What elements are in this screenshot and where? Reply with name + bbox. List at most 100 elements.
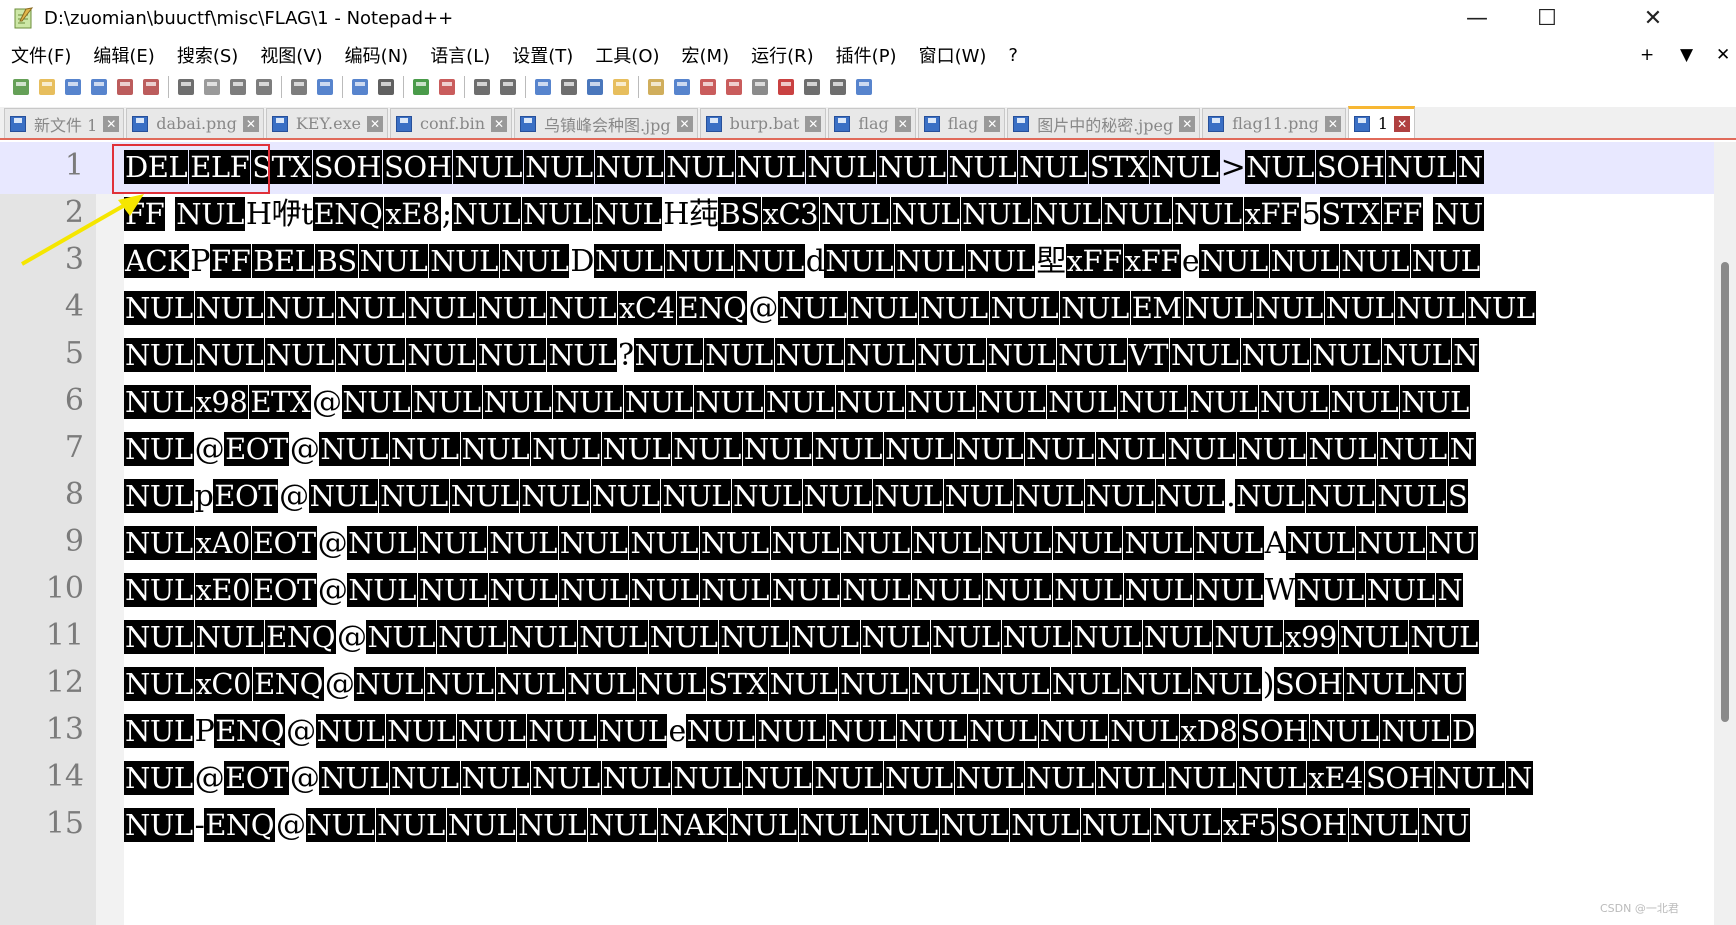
tab-close-icon[interactable]: ✕ <box>1394 115 1411 132</box>
control-char-token: NUL <box>124 432 194 466</box>
control-char-token: NUL <box>789 620 860 654</box>
menu-item-7[interactable]: 工具(O) <box>584 42 670 68</box>
editor-line[interactable]: 10 NUL xE0 EOT@NUL NUL NUL NUL NUL NUL NUL NUL NUL N… <box>0 565 1736 617</box>
document-tab[interactable]: flag11.png ✕ <box>1202 108 1346 138</box>
open-icon[interactable] <box>36 76 58 98</box>
tab-close-icon[interactable]: ✕ <box>103 115 120 132</box>
control-char-token: EOT <box>224 432 289 466</box>
play-macro-icon[interactable] <box>801 76 823 98</box>
menu-item-3[interactable]: 视图(V) <box>249 42 333 68</box>
editor-area[interactable]: 1 DEL ELF STX SOH SOH NUL NUL NUL NUL NUL NUL NUL NUL… <box>0 142 1736 925</box>
line-content: NUL x98 ETX@NUL NUL NUL NUL NUL NUL NUL NUL NUL NUL… <box>124 383 1714 423</box>
document-tab[interactable]: flag ✕ <box>828 108 916 138</box>
tab-close-icon[interactable]: ✕ <box>491 115 508 132</box>
document-tab[interactable]: dabai.png ✕ <box>126 108 264 138</box>
copy-icon[interactable] <box>227 76 249 98</box>
save-all-icon[interactable] <box>88 76 110 98</box>
tab-close-icon[interactable]: ✕ <box>367 115 384 132</box>
new-file-icon[interactable] <box>10 76 32 98</box>
redo-icon[interactable] <box>314 76 336 98</box>
zoom-out-icon[interactable] <box>436 76 458 98</box>
menu-item-6[interactable]: 设置(T) <box>501 42 584 68</box>
zoom-in-icon[interactable] <box>410 76 432 98</box>
tab-close-icon[interactable]: ✕ <box>676 115 693 132</box>
menu-item-10[interactable]: 插件(P) <box>825 42 908 68</box>
control-char-token: NUL <box>590 479 661 513</box>
tab-close-icon[interactable]: ✕ <box>984 115 1001 132</box>
tab-close-icon[interactable]: ✕ <box>242 115 259 132</box>
control-char-token: NUL <box>1338 620 1409 654</box>
vertical-scrollbar[interactable] <box>1714 142 1736 925</box>
editor-line[interactable]: 12 NUL xC0 ENQ@NUL NUL NUL NUL NUL STX NUL NUL NUL N… <box>0 659 1736 711</box>
text-token: @ <box>286 714 316 749</box>
doc-map-icon[interactable] <box>645 76 667 98</box>
editor-line[interactable]: 11 NUL NUL ENQ@NUL NUL NUL NUL NUL NUL NUL NUL NUL N… <box>0 612 1736 664</box>
control-char-token: ENQ <box>676 291 748 325</box>
close-window-button[interactable]: ✕ <box>1618 0 1688 36</box>
menu-item-11[interactable]: 窗口(W) <box>908 42 998 68</box>
print-icon[interactable] <box>175 76 197 98</box>
menu-item-2[interactable]: 搜索(S) <box>166 42 249 68</box>
tab-close-icon[interactable]: ✕ <box>805 115 822 132</box>
control-char-token: NUL <box>358 244 429 278</box>
editor-line[interactable]: 8 NULpEOT@NUL NUL NUL NUL NUL NUL NUL NUL NUL NUL N… <box>0 471 1736 523</box>
show-all-icon[interactable] <box>558 76 580 98</box>
undo-icon[interactable] <box>288 76 310 98</box>
record-macro-icon[interactable] <box>749 76 771 98</box>
control-char-token: NUL <box>1025 432 1095 466</box>
tab-close-icon[interactable]: ✕ <box>1324 115 1341 132</box>
editor-line[interactable]: 9 NUL xA0 EOT@NUL NUL NUL NUL NUL NUL NUL NUL NUL NU… <box>0 518 1736 570</box>
tab-close-icon[interactable]: ✕ <box>894 115 911 132</box>
monitor-icon[interactable] <box>723 76 745 98</box>
editor-line[interactable]: 14 NUL@EOT@NUL NUL NUL NUL NUL NUL NUL NUL NUL NUL… <box>0 753 1736 805</box>
sync-v-icon[interactable] <box>471 76 493 98</box>
minimize-button[interactable]: — <box>1442 0 1512 36</box>
maximize-button[interactable]: ☐ <box>1512 0 1582 36</box>
replace-icon[interactable] <box>375 76 397 98</box>
close-all-icon[interactable] <box>140 76 162 98</box>
menu-item-0[interactable]: 文件(F) <box>0 42 82 68</box>
run-macro-multi-icon[interactable] <box>827 76 849 98</box>
menu-item-12[interactable]: ? <box>997 45 1029 66</box>
menu-item-1[interactable]: 编辑(E) <box>82 42 165 68</box>
editor-line[interactable]: 5 NUL NUL NUL NUL NUL NUL NUL?NUL NUL NUL NUL NUL NU… <box>0 330 1736 382</box>
document-tab[interactable]: 新文件 1 ✕ <box>4 108 125 138</box>
control-char-token: NUL <box>547 338 618 372</box>
tab-close-icon[interactable]: ✕ <box>1179 115 1196 132</box>
save-macro-icon[interactable] <box>853 76 875 98</box>
document-tab[interactable]: 图片中的秘密.jpeg ✕ <box>1007 108 1201 138</box>
editor-line[interactable]: 15 NUL-ENQ@NUL NUL NUL NUL NUL NAK NUL NUL NUL NUL… <box>0 800 1736 852</box>
indent-guide-icon[interactable] <box>584 76 606 98</box>
save-icon[interactable] <box>62 76 84 98</box>
wrap-icon[interactable] <box>532 76 554 98</box>
menu-item-9[interactable]: 运行(R) <box>740 42 825 68</box>
cut-icon[interactable] <box>201 76 223 98</box>
stop-macro-icon[interactable] <box>775 76 797 98</box>
tab-list-dropdown-button[interactable]: ▼ <box>1680 40 1693 70</box>
sync-h-icon[interactable] <box>497 76 519 98</box>
close-document-button[interactable]: ✕ <box>1716 40 1730 70</box>
document-tab[interactable]: burp.bat ✕ <box>699 108 827 138</box>
menu-item-8[interactable]: 宏(M) <box>671 42 741 68</box>
editor-line[interactable]: 4 NUL NUL NUL NUL NUL NUL NUL xC4 ENQ@NUL NUL NUL NU… <box>0 283 1736 335</box>
scrollbar-thumb[interactable] <box>1721 262 1729 722</box>
paste-icon[interactable] <box>253 76 275 98</box>
document-tab[interactable]: flag ✕ <box>917 108 1006 138</box>
func-list-icon[interactable] <box>671 76 693 98</box>
document-tab[interactable]: 乌镇峰会种图.jpg ✕ <box>514 108 698 138</box>
document-tab[interactable]: KEY.exe ✕ <box>265 108 389 138</box>
udl-icon[interactable] <box>610 76 632 98</box>
new-tab-plus-button[interactable]: + <box>1640 40 1654 70</box>
editor-line[interactable]: 2 FF NULH咿tENQ xE8;NUL NUL NULH莼BS xC3 NUL NUL N… <box>0 189 1736 241</box>
close-icon[interactable] <box>114 76 136 98</box>
editor-line[interactable]: 13 NULPENQ@NUL NUL NUL NUL NULeNUL NUL NUL NUL NU… <box>0 706 1736 758</box>
document-tab[interactable]: 1 ✕ <box>1347 106 1416 138</box>
document-tab[interactable]: conf.bin ✕ <box>390 108 513 138</box>
editor-line[interactable]: 6 NUL x98 ETX@NUL NUL NUL NUL NUL NUL NUL NUL NUL NU… <box>0 377 1736 429</box>
editor-line[interactable]: 7 NUL@EOT@NUL NUL NUL NUL NUL NUL NUL NUL NUL NUL N… <box>0 424 1736 476</box>
menu-item-5[interactable]: 语言(L) <box>419 42 501 68</box>
editor-line[interactable]: 3 ACKPFF BEL BS NUL NUL NULDNUL NUL NULdNUL NUL NU… <box>0 236 1736 288</box>
find-icon[interactable] <box>349 76 371 98</box>
folder-workspace-icon[interactable] <box>697 76 719 98</box>
menu-item-4[interactable]: 编码(N) <box>334 42 420 68</box>
